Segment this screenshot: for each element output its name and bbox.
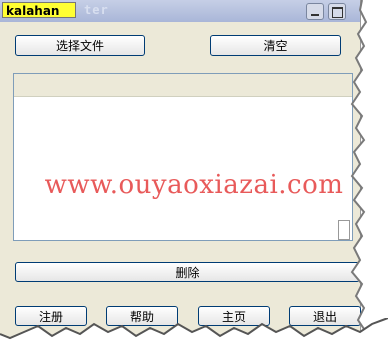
title-bar[interactable]: kalahan ter (0, 0, 360, 22)
torn-edge-right (350, 0, 388, 360)
clear-button[interactable]: 清空 (210, 35, 341, 56)
delete-button[interactable]: 删除 (15, 262, 360, 282)
window-title: ter (84, 3, 109, 17)
title-highlight-label: kalahan (2, 2, 76, 18)
minimize-button[interactable] (306, 3, 324, 20)
select-file-button[interactable]: 选择文件 (15, 35, 145, 56)
torn-edge-bottom (0, 318, 388, 360)
watermark-text: www.ouyaoxiazai.com (44, 170, 344, 200)
minimize-icon (311, 14, 319, 16)
file-list[interactable] (13, 73, 353, 241)
file-list-header (14, 74, 352, 97)
